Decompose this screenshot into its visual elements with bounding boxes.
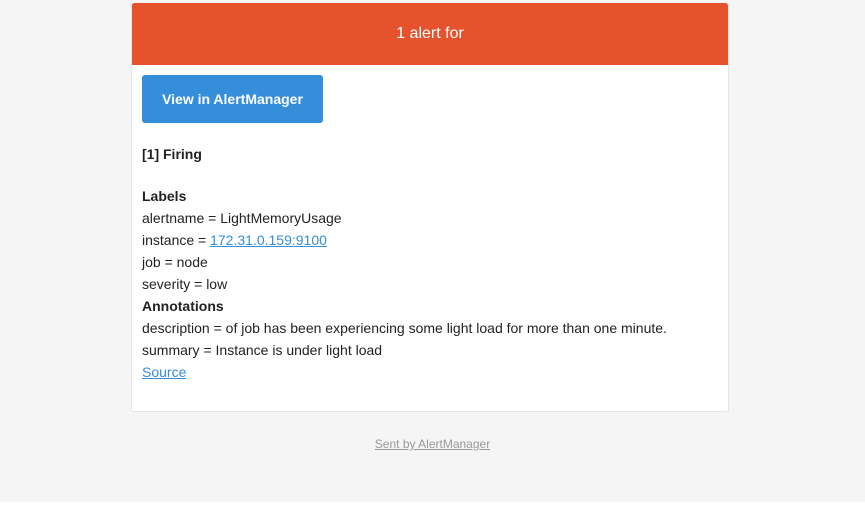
label-alertname: alertname = LightMemoryUsage [142, 210, 342, 226]
label-severity: severity = low [142, 276, 228, 292]
sent-by-alertmanager-link[interactable]: Sent by AlertManager [375, 437, 490, 451]
view-in-alertmanager-button[interactable]: View in AlertManager [142, 75, 323, 123]
source-link[interactable]: Source [142, 364, 186, 380]
alert-card: 1 alert for View in AlertManager [1] Fir… [131, 3, 729, 412]
label-instance-prefix: instance = [142, 232, 211, 248]
instance-link[interactable]: 172.31.0.159:9100 [210, 232, 327, 248]
annotations-heading: Annotations [142, 298, 224, 314]
labels-heading: Labels [142, 188, 187, 204]
alert-details: [1] Firing Labels alertname = LightMemor… [142, 143, 712, 383]
label-instance: instance = 172.31.0.159:9100 [142, 229, 712, 251]
annotation-summary: summary = Instance is under light load [142, 342, 383, 358]
label-job: job = node [142, 254, 208, 270]
alert-status: [1] Firing [142, 146, 202, 162]
footer: Sent by AlertManager [0, 437, 865, 451]
email-page: 1 alert for View in AlertManager [1] Fir… [0, 0, 865, 502]
alert-header: 1 alert for [132, 3, 728, 65]
alert-header-title: 1 alert for [396, 25, 464, 42]
source-line: Source [142, 361, 712, 383]
annotation-description: description = of job has been experienci… [142, 320, 667, 336]
